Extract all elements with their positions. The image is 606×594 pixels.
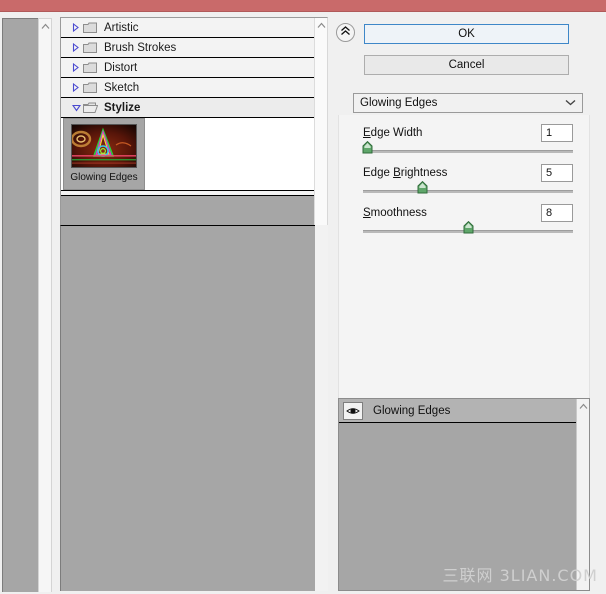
edge-width-slider-handle[interactable] bbox=[362, 140, 373, 154]
filter-tree-rows: Artistic Brush Strokes Distort Sketch St… bbox=[61, 18, 315, 225]
filter-gallery-dialog: Artistic Brush Strokes Distort Sketch St… bbox=[0, 0, 606, 594]
applied-filter-label: Glowing Edges bbox=[373, 404, 451, 417]
ok-button[interactable]: OK bbox=[364, 24, 569, 44]
filter-parameters-panel: Edge Width 1 Edge Brightness 5 Smoothnes… bbox=[338, 115, 590, 413]
tree-item-brush-strokes[interactable]: Brush Strokes bbox=[61, 38, 315, 58]
edge-width-slider-track[interactable] bbox=[362, 140, 573, 154]
tree-item-label: Sketch bbox=[104, 81, 140, 94]
chevron-right-icon[interactable] bbox=[69, 23, 83, 32]
folder-icon bbox=[83, 22, 101, 33]
document-vertical-scrollbar[interactable] bbox=[38, 18, 52, 592]
tree-item-label: Brush Strokes bbox=[104, 41, 177, 54]
window-titlebar bbox=[0, 0, 606, 12]
folder-icon bbox=[83, 82, 101, 93]
tree-item-artistic[interactable]: Artistic bbox=[61, 18, 315, 38]
tree-item-stylize[interactable]: Stylize bbox=[61, 98, 315, 118]
filter-category-tree[interactable]: Artistic Brush Strokes Distort Sketch St… bbox=[60, 17, 328, 225]
parameter-label-rest: moothness bbox=[370, 207, 427, 219]
document-strip bbox=[0, 13, 52, 594]
edge-brightness-slider-track[interactable] bbox=[363, 180, 573, 194]
filter-thumbnail-label: Glowing Edges bbox=[70, 172, 138, 183]
chevron-right-icon[interactable] bbox=[69, 43, 83, 52]
applied-filters-panel: Glowing Edges bbox=[338, 398, 590, 591]
eye-icon[interactable] bbox=[343, 401, 363, 420]
filter-tree-empty-area bbox=[61, 195, 314, 225]
double-chevron-up-icon bbox=[340, 26, 351, 39]
folder-icon bbox=[83, 62, 101, 73]
filter-select-dropdown[interactable]: Glowing Edges bbox=[353, 93, 583, 113]
parameter-label: Edge Width bbox=[363, 127, 423, 139]
scroll-up-arrow-icon[interactable] bbox=[577, 399, 589, 413]
preview-canvas-area bbox=[60, 225, 315, 591]
edge-brightness-slider-handle[interactable] bbox=[417, 180, 428, 194]
smoothness-slider-handle[interactable] bbox=[463, 220, 474, 234]
chevron-down-icon[interactable] bbox=[565, 97, 576, 109]
filter-thumbnail-grid: Glowing Edges bbox=[61, 118, 315, 191]
tree-item-sketch[interactable]: Sketch bbox=[61, 78, 315, 98]
folder-open-icon bbox=[83, 102, 101, 113]
applied-filter-row[interactable]: Glowing Edges bbox=[339, 399, 589, 423]
chevron-down-icon[interactable] bbox=[69, 104, 83, 112]
filter-thumbnail-glowing-edges[interactable]: Glowing Edges bbox=[63, 118, 145, 190]
chevron-right-icon[interactable] bbox=[69, 63, 83, 72]
chevron-right-icon[interactable] bbox=[69, 83, 83, 92]
collapse-panel-button[interactable] bbox=[336, 23, 355, 42]
tree-item-label: Distort bbox=[104, 61, 138, 74]
parameter-label: Smoothness bbox=[363, 207, 427, 219]
folder-icon bbox=[83, 42, 101, 53]
parameter-label: Edge Brightness bbox=[363, 167, 448, 179]
filter-tree-scrollbar[interactable] bbox=[314, 18, 327, 225]
parameter-label-rest: rightness bbox=[400, 167, 448, 179]
tree-item-label: Artistic bbox=[104, 21, 139, 34]
filter-select-value: Glowing Edges bbox=[360, 97, 438, 109]
applied-filters-scrollbar[interactable] bbox=[576, 399, 589, 590]
document-canvas-area bbox=[2, 18, 38, 592]
filter-preview-image bbox=[71, 124, 137, 168]
parameter-label-rest: dge Width bbox=[370, 127, 423, 139]
tree-item-label: Stylize bbox=[104, 101, 141, 114]
tree-item-distort[interactable]: Distort bbox=[61, 58, 315, 78]
smoothness-input[interactable]: 8 bbox=[541, 204, 573, 222]
cancel-button[interactable]: Cancel bbox=[364, 55, 569, 75]
smoothness-slider-track[interactable] bbox=[363, 220, 573, 234]
edge-width-input[interactable]: 1 bbox=[541, 124, 573, 142]
scroll-up-arrow-icon[interactable] bbox=[315, 18, 327, 32]
preview-canvas-gutter bbox=[315, 225, 328, 591]
scroll-up-arrow-icon[interactable] bbox=[39, 19, 51, 33]
edge-brightness-input[interactable]: 5 bbox=[541, 164, 573, 182]
